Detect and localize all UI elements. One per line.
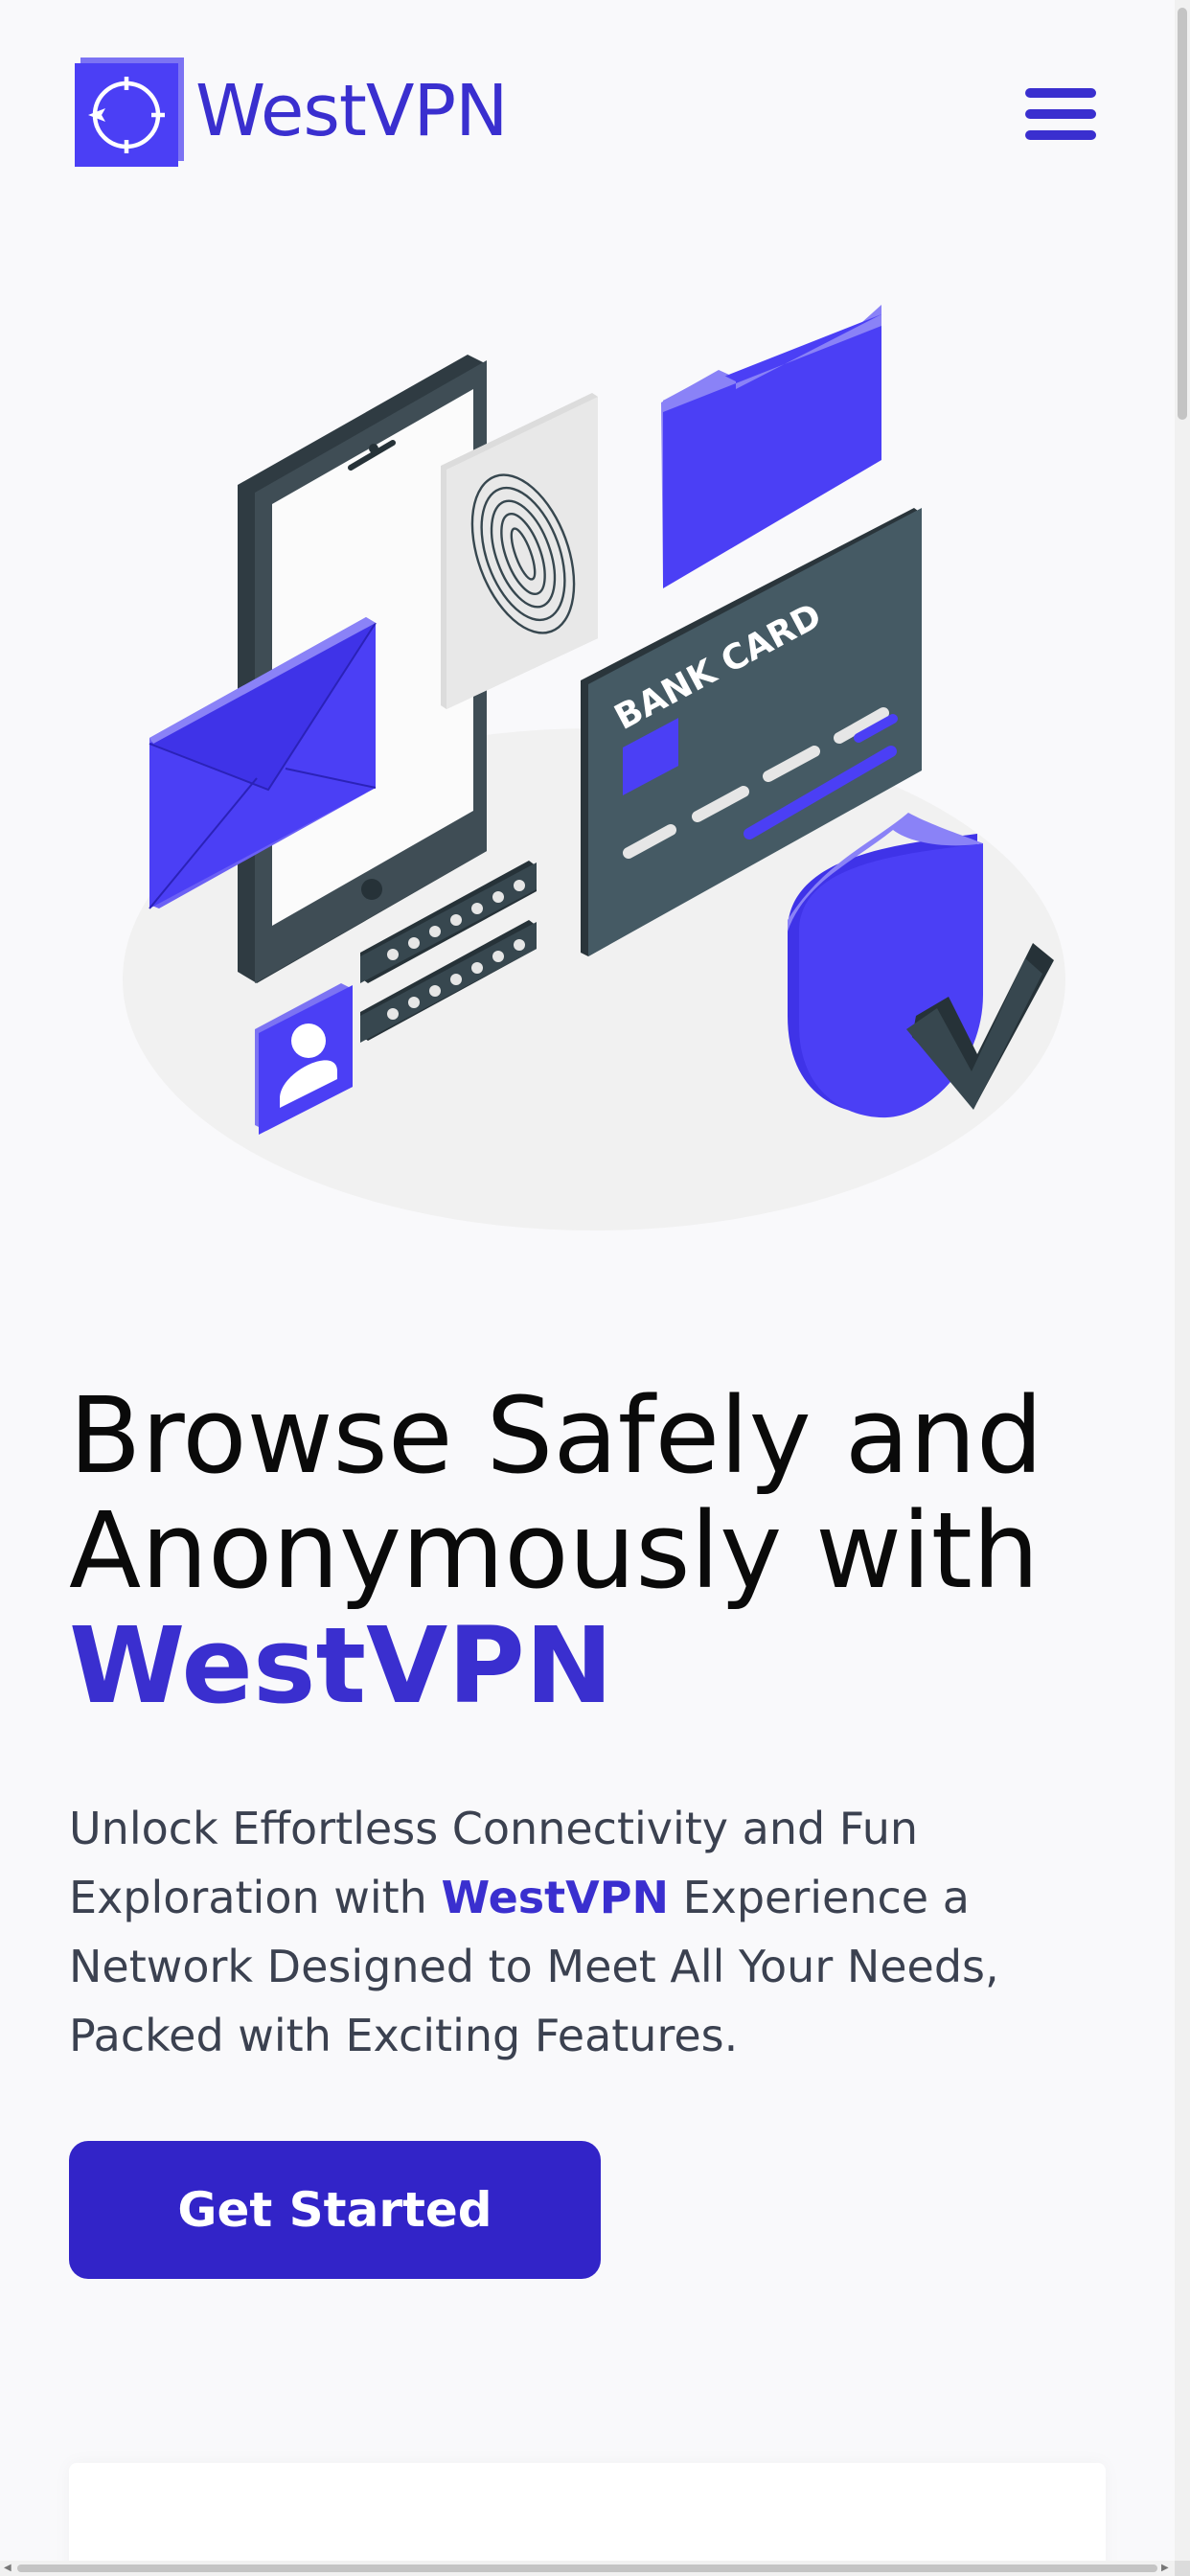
hero-desc-brand: WestVPN	[441, 1872, 669, 1923]
page-viewport: WestVPN BANK CARD Browse Safely and Anon…	[0, 0, 1175, 2561]
menu-bar-bottom	[1025, 130, 1096, 140]
scroll-right-arrow-icon[interactable]: ▶	[1161, 2564, 1169, 2573]
brand-name: WestVPN	[195, 70, 509, 152]
brand-logo-link[interactable]: WestVPN	[73, 56, 509, 167]
menu-bar-top	[1025, 88, 1096, 98]
hero-illustration: BANK CARD	[115, 288, 1073, 1236]
vertical-scrollbar[interactable]	[1175, 0, 1190, 2561]
hero-title-line-2: Anonymously with	[69, 1489, 1040, 1612]
get-started-button[interactable]: Get Started	[69, 2141, 601, 2279]
scrollbar-corner	[1175, 2561, 1190, 2576]
hero-title-line-1: Browse Safely and	[69, 1374, 1043, 1497]
scroll-left-arrow-icon[interactable]: ◀	[4, 2564, 11, 2573]
horizontal-scrollbar[interactable]: ◀ ▶	[0, 2561, 1175, 2576]
horizontal-scrollbar-thumb[interactable]	[17, 2564, 1157, 2572]
hero-title: Browse Safely and Anonymously with WestV…	[69, 1378, 1133, 1723]
hamburger-menu-icon[interactable]	[1025, 88, 1096, 140]
hero-description: Unlock Effortless Connectivity and Fun E…	[69, 1794, 1123, 2070]
menu-bar-middle	[1025, 109, 1096, 119]
crosshair-compass-icon	[73, 56, 184, 167]
hero-title-brand: WestVPN	[69, 1604, 613, 1727]
site-header: WestVPN	[0, 0, 1175, 211]
features-card	[69, 2463, 1106, 2561]
vertical-scrollbar-thumb[interactable]	[1178, 8, 1187, 420]
